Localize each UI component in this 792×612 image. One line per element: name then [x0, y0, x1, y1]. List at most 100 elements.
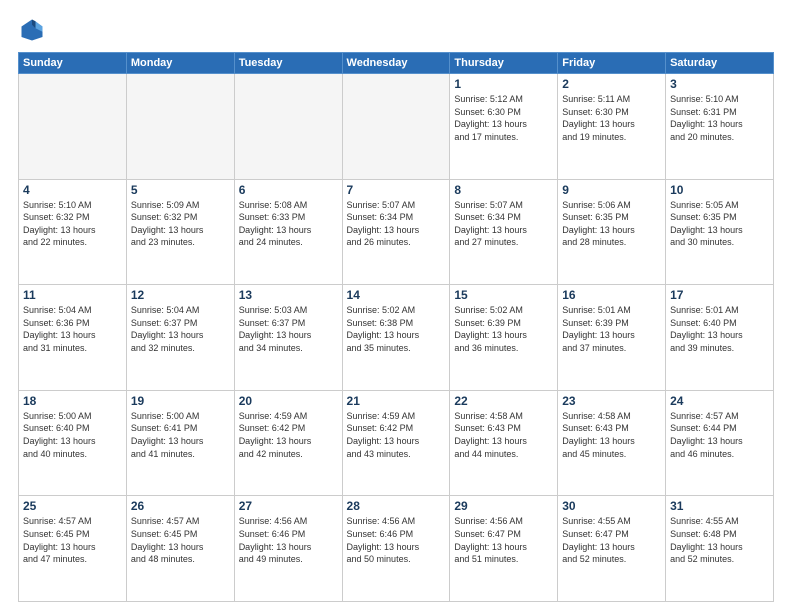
calendar-day-cell: 10 Sunrise: 5:05 AM Sunset: 6:35 PM Dayli… [666, 179, 774, 285]
day-number: 29 [454, 499, 553, 513]
day-number: 9 [562, 183, 661, 197]
calendar-day-cell: 2 Sunrise: 5:11 AM Sunset: 6:30 PM Daylig… [558, 74, 666, 180]
day-number: 3 [670, 77, 769, 91]
calendar-day-cell: 12 Sunrise: 5:04 AM Sunset: 6:37 PM Dayli… [126, 285, 234, 391]
calendar-day-cell: 17Sunrise: 5:01 AM Sunset: 6:40 PM Dayli… [666, 285, 774, 391]
day-number: 18 [23, 394, 122, 408]
day-info: Sunrise: 4:59 AM Sunset: 6:42 PM Dayligh… [239, 410, 338, 460]
calendar-day-cell: 31 Sunrise: 4:55 AM Sunset: 6:48 PM Dayli… [666, 496, 774, 602]
calendar-day-cell: 22 Sunrise: 4:58 AM Sunset: 6:43 PM Dayli… [450, 390, 558, 496]
weekday-header: Monday [126, 53, 234, 74]
day-number: 23 [562, 394, 661, 408]
day-number: 24 [670, 394, 769, 408]
calendar-day-cell [19, 74, 127, 180]
calendar-day-cell: 21 Sunrise: 4:59 AM Sunset: 6:42 PM Dayli… [342, 390, 450, 496]
weekday-header: Thursday [450, 53, 558, 74]
calendar-day-cell: 11 Sunrise: 5:04 AM Sunset: 6:36 PM Dayli… [19, 285, 127, 391]
day-number: 19 [131, 394, 230, 408]
day-number: 15 [454, 288, 553, 302]
weekday-header: Friday [558, 53, 666, 74]
day-info: Sunrise: 4:58 AM Sunset: 6:43 PM Dayligh… [562, 410, 661, 460]
calendar-day-cell: 26 Sunrise: 4:57 AM Sunset: 6:45 PM Dayli… [126, 496, 234, 602]
day-info: Sunrise: 5:04 AM Sunset: 6:36 PM Dayligh… [23, 304, 122, 354]
day-number: 16 [562, 288, 661, 302]
day-number: 21 [347, 394, 446, 408]
day-number: 31 [670, 499, 769, 513]
day-info: Sunrise: 4:56 AM Sunset: 6:46 PM Dayligh… [239, 515, 338, 565]
calendar-day-cell: 4 Sunrise: 5:10 AM Sunset: 6:32 PM Daylig… [19, 179, 127, 285]
day-number: 28 [347, 499, 446, 513]
calendar-day-cell [234, 74, 342, 180]
calendar-day-cell [126, 74, 234, 180]
day-info: Sunrise: 5:11 AM Sunset: 6:30 PM Dayligh… [562, 93, 661, 143]
calendar-day-cell: 8 Sunrise: 5:07 AM Sunset: 6:34 PM Daylig… [450, 179, 558, 285]
calendar-day-cell: 9 Sunrise: 5:06 AM Sunset: 6:35 PM Daylig… [558, 179, 666, 285]
calendar-day-cell: 6Sunrise: 5:08 AM Sunset: 6:33 PM Daylig… [234, 179, 342, 285]
day-info: Sunrise: 5:06 AM Sunset: 6:35 PM Dayligh… [562, 199, 661, 249]
day-number: 1 [454, 77, 553, 91]
day-number: 10 [670, 183, 769, 197]
day-info: Sunrise: 4:55 AM Sunset: 6:48 PM Dayligh… [670, 515, 769, 565]
calendar-week-row: 25 Sunrise: 4:57 AM Sunset: 6:45 PM Dayli… [19, 496, 774, 602]
calendar-day-cell: 24 Sunrise: 4:57 AM Sunset: 6:44 PM Dayli… [666, 390, 774, 496]
day-info: Sunrise: 4:57 AM Sunset: 6:45 PM Dayligh… [131, 515, 230, 565]
day-number: 20 [239, 394, 338, 408]
day-number: 30 [562, 499, 661, 513]
day-info: Sunrise: 5:07 AM Sunset: 6:34 PM Dayligh… [454, 199, 553, 249]
day-info: Sunrise: 5:00 AM Sunset: 6:40 PM Dayligh… [23, 410, 122, 460]
day-info: Sunrise: 5:00 AM Sunset: 6:41 PM Dayligh… [131, 410, 230, 460]
header [18, 16, 774, 44]
day-number: 13 [239, 288, 338, 302]
day-info: Sunrise: 4:55 AM Sunset: 6:47 PM Dayligh… [562, 515, 661, 565]
day-info: Sunrise: 4:56 AM Sunset: 6:47 PM Dayligh… [454, 515, 553, 565]
calendar-day-cell: 23 Sunrise: 4:58 AM Sunset: 6:43 PM Dayli… [558, 390, 666, 496]
calendar-day-cell: 1 Sunrise: 5:12 AM Sunset: 6:30 PM Daylig… [450, 74, 558, 180]
day-number: 4 [23, 183, 122, 197]
calendar-day-cell: 20 Sunrise: 4:59 AM Sunset: 6:42 PM Dayli… [234, 390, 342, 496]
logo-icon [18, 16, 46, 44]
calendar-day-cell: 5 Sunrise: 5:09 AM Sunset: 6:32 PM Daylig… [126, 179, 234, 285]
weekday-header: Wednesday [342, 53, 450, 74]
calendar-day-cell: 3Sunrise: 5:10 AM Sunset: 6:31 PM Daylig… [666, 74, 774, 180]
day-info: Sunrise: 4:59 AM Sunset: 6:42 PM Dayligh… [347, 410, 446, 460]
day-number: 5 [131, 183, 230, 197]
day-info: Sunrise: 5:02 AM Sunset: 6:39 PM Dayligh… [454, 304, 553, 354]
day-info: Sunrise: 5:05 AM Sunset: 6:35 PM Dayligh… [670, 199, 769, 249]
day-info: Sunrise: 5:01 AM Sunset: 6:40 PM Dayligh… [670, 304, 769, 354]
day-info: Sunrise: 5:01 AM Sunset: 6:39 PM Dayligh… [562, 304, 661, 354]
calendar-day-cell [342, 74, 450, 180]
day-info: Sunrise: 5:10 AM Sunset: 6:32 PM Dayligh… [23, 199, 122, 249]
day-number: 25 [23, 499, 122, 513]
day-info: Sunrise: 5:07 AM Sunset: 6:34 PM Dayligh… [347, 199, 446, 249]
day-info: Sunrise: 5:09 AM Sunset: 6:32 PM Dayligh… [131, 199, 230, 249]
day-info: Sunrise: 5:03 AM Sunset: 6:37 PM Dayligh… [239, 304, 338, 354]
day-info: Sunrise: 4:57 AM Sunset: 6:44 PM Dayligh… [670, 410, 769, 460]
calendar-day-cell: 16 Sunrise: 5:01 AM Sunset: 6:39 PM Dayli… [558, 285, 666, 391]
day-info: Sunrise: 4:58 AM Sunset: 6:43 PM Dayligh… [454, 410, 553, 460]
day-info: Sunrise: 4:56 AM Sunset: 6:46 PM Dayligh… [347, 515, 446, 565]
calendar-day-cell: 28 Sunrise: 4:56 AM Sunset: 6:46 PM Dayli… [342, 496, 450, 602]
day-number: 11 [23, 288, 122, 302]
day-number: 12 [131, 288, 230, 302]
calendar-week-row: 11 Sunrise: 5:04 AM Sunset: 6:36 PM Dayli… [19, 285, 774, 391]
day-info: Sunrise: 5:04 AM Sunset: 6:37 PM Dayligh… [131, 304, 230, 354]
day-number: 26 [131, 499, 230, 513]
calendar-day-cell: 27Sunrise: 4:56 AM Sunset: 6:46 PM Dayli… [234, 496, 342, 602]
calendar-week-row: 4 Sunrise: 5:10 AM Sunset: 6:32 PM Daylig… [19, 179, 774, 285]
calendar-day-cell: 30 Sunrise: 4:55 AM Sunset: 6:47 PM Dayli… [558, 496, 666, 602]
day-number: 6 [239, 183, 338, 197]
day-number: 2 [562, 77, 661, 91]
day-info: Sunrise: 4:57 AM Sunset: 6:45 PM Dayligh… [23, 515, 122, 565]
weekday-header: Sunday [19, 53, 127, 74]
calendar-day-cell: 18 Sunrise: 5:00 AM Sunset: 6:40 PM Dayli… [19, 390, 127, 496]
day-number: 8 [454, 183, 553, 197]
calendar-day-cell: 15 Sunrise: 5:02 AM Sunset: 6:39 PM Dayli… [450, 285, 558, 391]
calendar-day-cell: 19 Sunrise: 5:00 AM Sunset: 6:41 PM Dayli… [126, 390, 234, 496]
calendar-table: SundayMondayTuesdayWednesdayThursdayFrid… [18, 52, 774, 602]
day-info: Sunrise: 5:12 AM Sunset: 6:30 PM Dayligh… [454, 93, 553, 143]
day-number: 22 [454, 394, 553, 408]
weekday-header: Tuesday [234, 53, 342, 74]
calendar-day-cell: 25 Sunrise: 4:57 AM Sunset: 6:45 PM Dayli… [19, 496, 127, 602]
calendar-day-cell: 7Sunrise: 5:07 AM Sunset: 6:34 PM Daylig… [342, 179, 450, 285]
calendar-header-row: SundayMondayTuesdayWednesdayThursdayFrid… [19, 53, 774, 74]
